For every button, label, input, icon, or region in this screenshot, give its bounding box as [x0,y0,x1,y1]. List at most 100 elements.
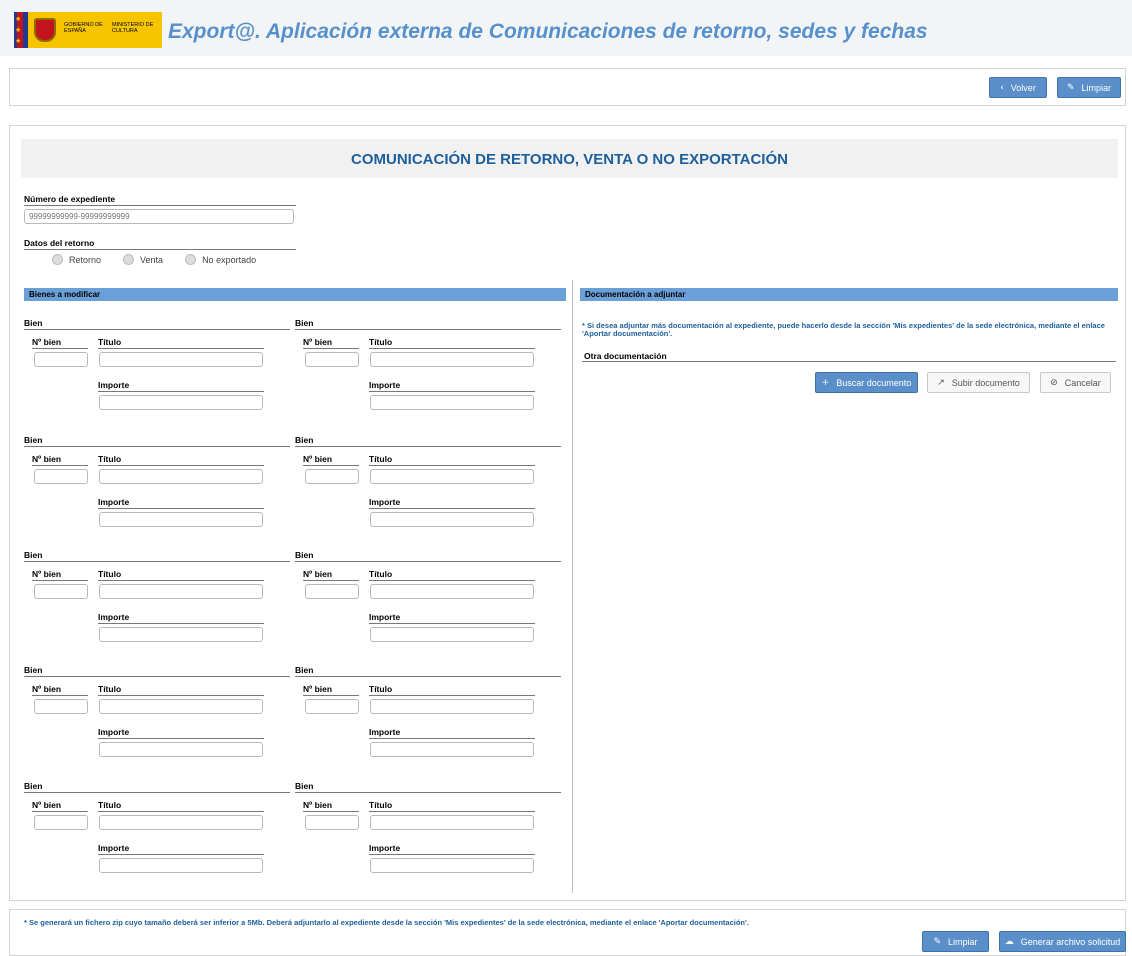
expediente-label: Número de expediente [24,194,116,204]
bien-label: Bien [24,435,43,445]
importe-underline [369,854,535,855]
volver-button[interactable]: ‹ Volver [989,77,1047,98]
top-toolbar: ‹ Volver ✎ Limpiar [9,68,1126,106]
radio-circle-icon[interactable] [123,254,135,265]
nbien-underline [32,465,88,466]
subir-documento-label: Subir documento [951,377,1020,388]
otra-documentacion-label: Otra documentación [584,351,667,361]
bien-block: Bien Nº bien Título Importe [24,548,290,643]
importe-input[interactable] [370,395,534,410]
titulo-label: Título [369,569,393,579]
bien-label: Bien [295,435,314,445]
bien-block: Bien Nº bien Título Importe [24,316,290,411]
limpiar-button[interactable]: ✎ Limpiar [1057,77,1121,98]
titulo-input[interactable] [99,815,263,830]
nbien-label: Nº bien [303,569,333,579]
importe-input[interactable] [99,512,263,527]
titulo-input[interactable] [370,584,534,599]
importe-input[interactable] [99,395,263,410]
titulo-input[interactable] [370,469,534,484]
titulo-input[interactable] [99,584,263,599]
importe-label: Importe [98,727,130,737]
titulo-label: Título [369,684,393,694]
nbien-underline [303,348,359,349]
nbien-underline [303,580,359,581]
importe-input[interactable] [99,742,263,757]
generar-archivo-label: Generar archivo solicitud [1020,936,1121,947]
importe-input[interactable] [370,512,534,527]
cancelar-label: Cancelar [1064,377,1101,388]
importe-label: Importe [98,612,130,622]
column-separator [572,280,573,893]
title-band: COMUNICACIÓN DE RETORNO, VENTA O NO EXPO… [21,139,1118,178]
importe-underline [369,623,535,624]
radio-retorno[interactable]: Retorno [52,254,101,265]
titulo-label: Título [98,337,122,347]
bien-underline [24,446,290,447]
bien-label: Bien [295,318,314,328]
importe-input[interactable] [370,858,534,873]
radio-circle-icon[interactable] [52,254,63,265]
nbien-input[interactable] [305,815,359,830]
importe-underline [369,391,535,392]
titulo-input[interactable] [370,352,534,367]
importe-label: Importe [369,612,401,622]
expediente-input[interactable] [24,209,294,224]
titulo-input[interactable] [99,352,263,367]
nbien-underline [32,348,88,349]
nbien-underline [303,695,359,696]
titulo-underline [369,695,535,696]
cancelar-button[interactable]: ⊘ Cancelar [1040,372,1111,393]
limpiar-label: Limpiar [1081,82,1112,93]
importe-input[interactable] [99,627,263,642]
subir-documento-button[interactable]: ↗ Subir documento [927,372,1030,393]
nbien-label: Nº bien [303,454,333,464]
radio-no-exportado[interactable]: No exportado [185,254,256,265]
radio-circle-icon[interactable] [185,254,197,265]
footer-limpiar-button[interactable]: ✎ Limpiar [922,931,989,952]
radio-venta[interactable]: Venta [123,254,163,265]
titulo-underline [98,811,264,812]
buscar-documento-button[interactable]: + Buscar documento [815,372,918,393]
importe-underline [98,854,264,855]
titulo-input[interactable] [370,699,534,714]
nbien-underline [32,811,88,812]
importe-underline [98,391,264,392]
volver-label: Volver [1010,82,1036,93]
importe-input[interactable] [370,742,534,757]
bien-block: Bien Nº bien Título Importe [24,433,290,528]
main-form: COMUNICACIÓN DE RETORNO, VENTA O NO EXPO… [9,125,1126,901]
radio-venta-label: Venta [140,254,164,265]
nbien-input[interactable] [305,469,359,484]
nbien-input[interactable] [34,352,88,367]
importe-input[interactable] [370,627,534,642]
bien-label: Bien [24,318,43,328]
nbien-input[interactable] [34,699,88,714]
titulo-input[interactable] [99,699,263,714]
nbien-input[interactable] [34,815,88,830]
importe-underline [369,738,535,739]
importe-underline [369,508,535,509]
bien-underline [295,329,561,330]
importe-underline [98,738,264,739]
titulo-underline [98,348,264,349]
nbien-input[interactable] [34,469,88,484]
importe-input[interactable] [99,858,263,873]
bien-block: Bien Nº bien Título Importe [24,663,290,758]
nbien-input[interactable] [305,352,359,367]
nbien-input[interactable] [305,699,359,714]
chevron-left-icon: ‹ [1000,82,1004,93]
generar-archivo-button[interactable]: ☁ Generar archivo solicitud [999,931,1126,952]
nbien-input[interactable] [34,584,88,599]
form-title: COMUNICACIÓN DE RETORNO, VENTA O NO EXPO… [351,151,788,168]
bien-underline [24,329,290,330]
titulo-underline [369,580,535,581]
nbien-label: Nº bien [303,800,333,810]
titulo-label: Título [98,684,122,694]
titulo-input[interactable] [370,815,534,830]
titulo-input[interactable] [99,469,263,484]
importe-label: Importe [98,380,130,390]
nbien-label: Nº bien [32,800,62,810]
nbien-input[interactable] [305,584,359,599]
footer-note: * Se generará un fichero zip cuyo tamaño… [24,918,749,927]
